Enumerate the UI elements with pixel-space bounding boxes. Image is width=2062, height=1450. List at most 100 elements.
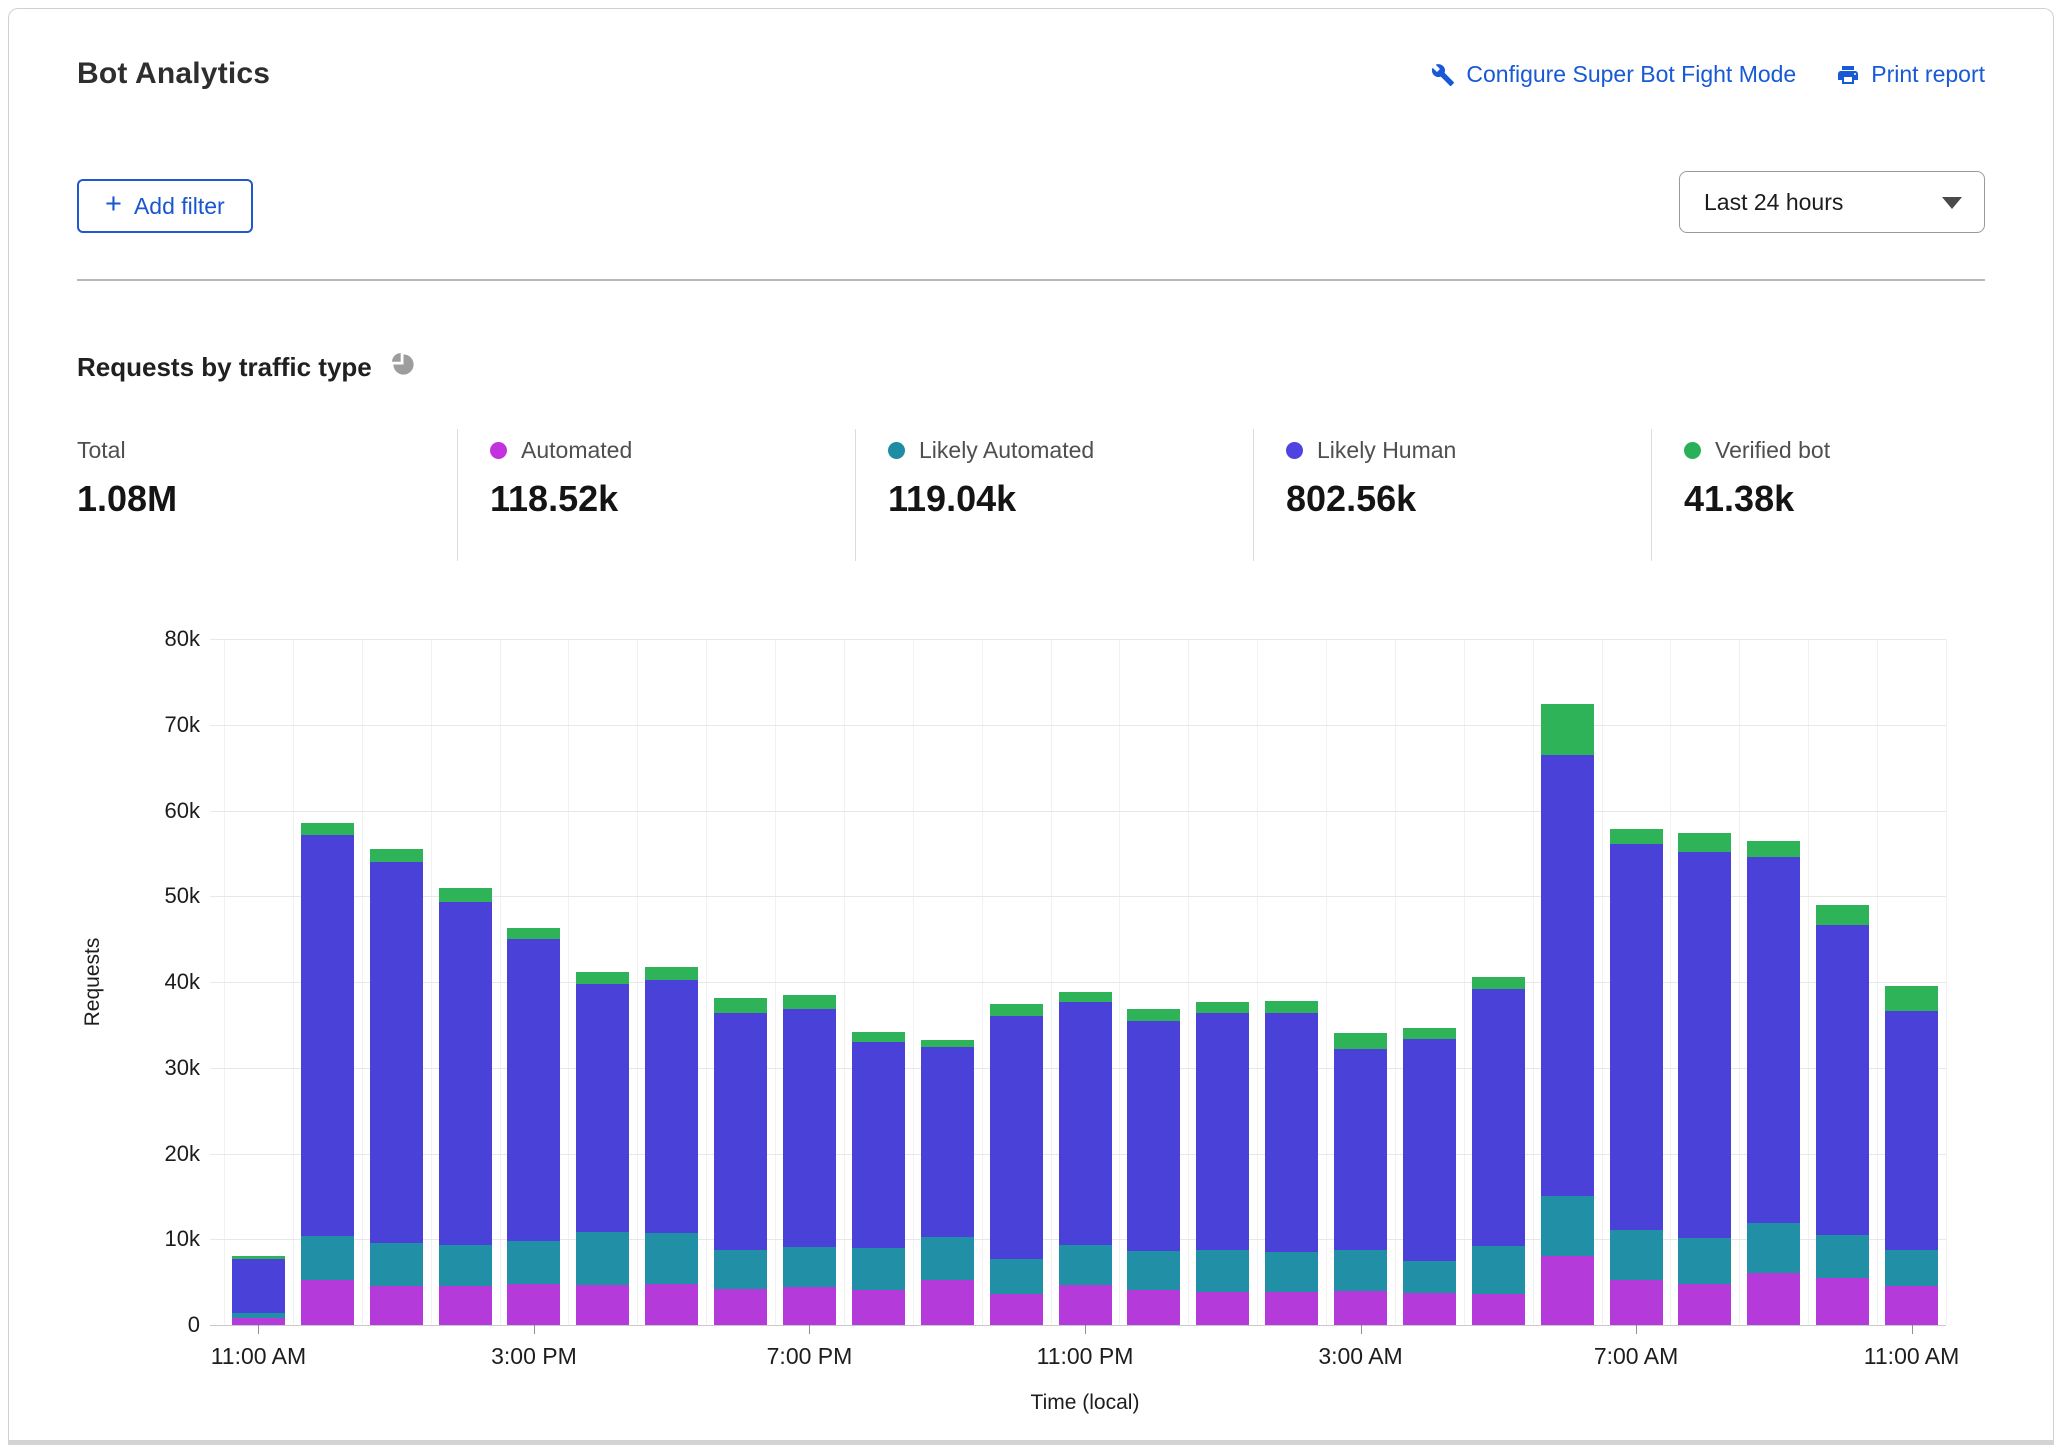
bar-segment-likely-automated xyxy=(645,1233,698,1284)
chart-bar[interactable] xyxy=(1403,1028,1456,1325)
x-tick-mark xyxy=(534,1325,535,1334)
chart-bar[interactable] xyxy=(990,1004,1043,1325)
bar-segment-automated xyxy=(1472,1294,1525,1325)
bar-segment-likely-human xyxy=(1885,1011,1938,1250)
print-report-link[interactable]: Print report xyxy=(1836,61,1985,88)
bar-segment-automated xyxy=(1678,1284,1731,1325)
chart-bar[interactable] xyxy=(1816,905,1869,1325)
bar-segment-automated xyxy=(1196,1292,1249,1325)
stat-likely-human[interactable]: Likely Human 802.56k xyxy=(1253,429,1651,561)
bar-segment-likely-human xyxy=(1678,852,1731,1238)
bar-segment-automated xyxy=(1334,1291,1387,1325)
chart-bar[interactable] xyxy=(507,928,560,1325)
bar-segment-automated xyxy=(1541,1256,1594,1326)
bar-segment-automated xyxy=(645,1284,698,1325)
bar-segment-verified-bot xyxy=(576,972,629,984)
chart-bar[interactable] xyxy=(301,823,354,1325)
bar-segment-likely-human xyxy=(1127,1021,1180,1252)
bar-segment-automated xyxy=(1885,1286,1938,1325)
stat-likely-automated[interactable]: Likely Automated 119.04k xyxy=(855,429,1253,561)
bar-segment-likely-human xyxy=(507,939,560,1241)
configure-super-bot-fight-mode-link[interactable]: Configure Super Bot Fight Mode xyxy=(1431,61,1796,88)
x-tick-label: 11:00 AM xyxy=(1864,1343,1959,1370)
bar-segment-verified-bot xyxy=(507,928,560,939)
chart-bar[interactable] xyxy=(1334,1033,1387,1325)
header-divider xyxy=(77,279,1985,281)
bar-segment-automated xyxy=(232,1318,285,1325)
chart-bar[interactable] xyxy=(1196,1002,1249,1325)
x-tick-mark xyxy=(1636,1325,1637,1334)
bar-segment-automated xyxy=(439,1286,492,1325)
chart-bar[interactable] xyxy=(232,1256,285,1325)
y-tick-label: 0 xyxy=(120,1312,200,1338)
time-range-select[interactable]: Last 24 hours xyxy=(1679,171,1985,233)
bar-segment-likely-human xyxy=(576,984,629,1233)
add-filter-button[interactable]: + Add filter xyxy=(77,179,253,233)
bar-segment-automated xyxy=(921,1280,974,1325)
y-tick-label: 60k xyxy=(120,798,200,824)
chart-bar[interactable] xyxy=(1472,977,1525,1325)
y-tick-label: 50k xyxy=(120,883,200,909)
chart-bar[interactable] xyxy=(1127,1009,1180,1325)
bar-segment-likely-automated xyxy=(1885,1250,1938,1285)
x-tick-label: 3:00 AM xyxy=(1318,1343,1402,1370)
chart-bar[interactable] xyxy=(852,1032,905,1325)
chart-bar[interactable] xyxy=(370,849,423,1325)
chart-bar[interactable] xyxy=(921,1040,974,1325)
bar-segment-verified-bot xyxy=(1059,992,1112,1002)
bar-segment-verified-bot xyxy=(1196,1002,1249,1013)
chart-plot: 010k20k30k40k50k60k70k80k11:00 AM3:00 PM… xyxy=(224,639,1946,1325)
chart-bar[interactable] xyxy=(1747,841,1800,1325)
chart-bar[interactable] xyxy=(1678,833,1731,1325)
stat-likely-human-label: Likely Human xyxy=(1317,437,1456,464)
bar-segment-likely-automated xyxy=(1816,1235,1869,1278)
chart-bar[interactable] xyxy=(576,972,629,1325)
bar-segment-likely-human xyxy=(1747,857,1800,1223)
gridline-horizontal xyxy=(210,639,1946,640)
chart-bar[interactable] xyxy=(439,888,492,1325)
chart-bar[interactable] xyxy=(1885,986,1938,1325)
chart-bar[interactable] xyxy=(783,995,836,1325)
print-link-label: Print report xyxy=(1871,61,1985,88)
wrench-icon xyxy=(1431,63,1455,87)
y-tick-label: 40k xyxy=(120,969,200,995)
x-tick-mark xyxy=(809,1325,810,1334)
likely-human-legend-dot xyxy=(1286,442,1303,459)
bar-segment-automated xyxy=(1403,1293,1456,1325)
y-axis-title: Requests xyxy=(81,938,105,1027)
verified-bot-legend-dot xyxy=(1684,442,1701,459)
bar-segment-likely-human xyxy=(1541,755,1594,1196)
chart-bar[interactable] xyxy=(1059,992,1112,1325)
bar-segment-likely-automated xyxy=(1747,1223,1800,1273)
configure-link-label: Configure Super Bot Fight Mode xyxy=(1466,61,1796,88)
bar-segment-likely-automated xyxy=(1059,1245,1112,1284)
bar-segment-likely-human xyxy=(1059,1002,1112,1246)
x-tick-mark xyxy=(1361,1325,1362,1334)
chart-bar[interactable] xyxy=(645,967,698,1325)
bar-segment-verified-bot xyxy=(1403,1028,1456,1038)
chart-bar[interactable] xyxy=(714,998,767,1325)
bar-segment-likely-automated xyxy=(1265,1252,1318,1291)
chart-bar[interactable] xyxy=(1265,1001,1318,1325)
bar-segment-likely-automated xyxy=(1472,1246,1525,1294)
bar-segment-likely-human xyxy=(370,862,423,1243)
chart-bar[interactable] xyxy=(1610,829,1663,1325)
bar-segment-likely-human xyxy=(990,1016,1043,1259)
chart-bar[interactable] xyxy=(1541,704,1594,1325)
bar-segment-verified-bot xyxy=(714,998,767,1013)
stat-automated[interactable]: Automated 118.52k xyxy=(457,429,855,561)
bar-segment-likely-human xyxy=(1472,989,1525,1246)
y-tick-label: 20k xyxy=(120,1141,200,1167)
bar-segment-verified-bot xyxy=(301,823,354,835)
bar-segment-likely-human xyxy=(1265,1013,1318,1252)
stat-automated-label: Automated xyxy=(521,437,632,464)
bot-analytics-card: Bot Analytics Configure Super Bot Fight … xyxy=(8,8,2054,1440)
printer-icon xyxy=(1836,63,1860,87)
gridline-vertical xyxy=(1946,639,1947,1325)
y-tick-label: 10k xyxy=(120,1226,200,1252)
bar-segment-likely-automated xyxy=(1196,1250,1249,1293)
stat-verified-bot[interactable]: Verified bot 41.38k xyxy=(1651,429,1830,561)
stat-likely-automated-label: Likely Automated xyxy=(919,437,1094,464)
bar-segment-likely-human xyxy=(439,902,492,1245)
y-tick-label: 70k xyxy=(120,712,200,738)
